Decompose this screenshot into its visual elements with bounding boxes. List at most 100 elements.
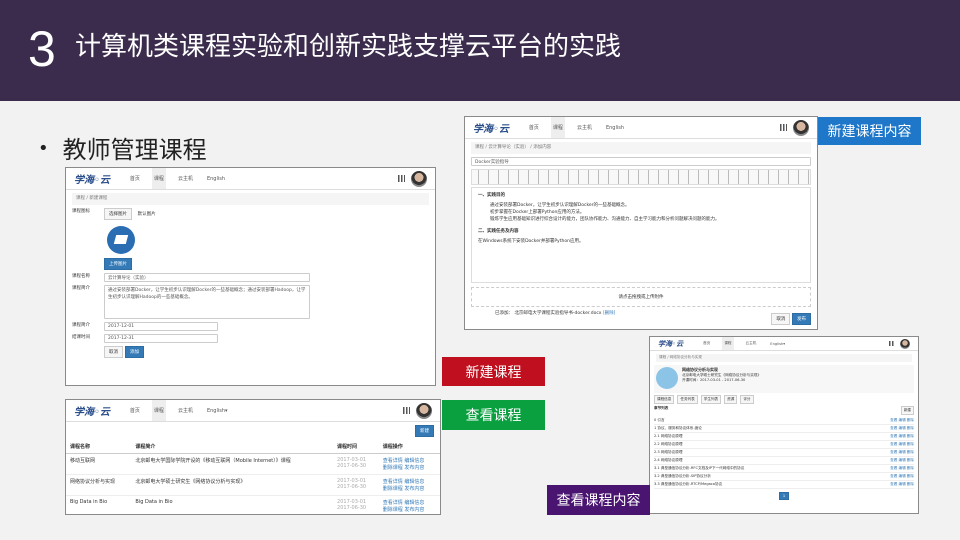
tab-default-image[interactable]: 默认图片 <box>134 209 160 219</box>
apps-grid-icon[interactable] <box>398 175 405 182</box>
nav-courses[interactable]: 课程 <box>722 337 734 350</box>
avatar[interactable] <box>793 119 809 136</box>
course-actions[interactable]: 删除课程 发布内容 <box>383 464 436 471</box>
nav-home[interactable]: 首页 <box>701 337 712 353</box>
course-actions[interactable]: 删除课程 发布内容 <box>383 506 436 513</box>
nav-english[interactable]: English <box>205 169 227 189</box>
course-desc: 北京邮电大学硕士研究生《网络协议分析与实现》 <box>131 474 334 496</box>
nav-english-dropdown[interactable]: English▾ <box>768 337 787 353</box>
new-course-button[interactable]: 新建 <box>415 425 434 437</box>
nav-courses[interactable]: 课程 <box>151 168 166 189</box>
view-course-content-tag: 查看课程内容 <box>547 485 650 515</box>
nav-home[interactable]: 首页 <box>128 400 142 421</box>
tab-choose-image[interactable]: 选择图片 <box>104 208 132 220</box>
nav-home[interactable]: 首页 <box>128 168 142 189</box>
nav-english[interactable]: English <box>604 118 626 138</box>
list-item: 2.4 网络协议原理 查看 编辑 删除 <box>654 457 914 465</box>
course-name: Big Data in Bio <box>66 495 132 514</box>
new-course-screenshot: 学海◦云 首页 课程 云主机 English 课程 / 新建课程 课程图标 选择… <box>65 167 436 386</box>
course-name-input[interactable]: 云计算导论（实验） <box>104 273 310 282</box>
nav-courses[interactable]: 课程 <box>550 117 565 138</box>
bullet-text: 教师管理课程 <box>62 136 207 164</box>
content-title-input[interactable]: Docker实验指导 <box>471 157 811 166</box>
tab-grading[interactable]: 评分 <box>740 395 754 404</box>
list-item: 0 引言 查看 编辑 删除 <box>654 417 914 425</box>
course-name: 移动互联网 <box>66 453 132 475</box>
avatar[interactable] <box>411 170 427 187</box>
course-desc: 北京邮电大学国际学院开设的《移动互联网（Mobile Internet）》课程 <box>131 453 334 475</box>
upload-dropzone[interactable]: 请点击拖拽或上传附件 <box>471 287 811 307</box>
app-logo: 学海◦云 <box>74 175 110 186</box>
chapter-actions[interactable]: 查看 编辑 删除 <box>890 474 914 479</box>
publish-button[interactable]: 发布 <box>792 313 811 325</box>
view-courses-screenshot: 学海◦云 首页 课程 云主机 English▾ 新建 课程名称 课程简介 课程时… <box>65 399 441 515</box>
list-item: 2.1 网络协议原理 查看 编辑 删除 <box>654 433 914 441</box>
list-item: 3.2 典型通信协议分析-SIP协议分析 查看 编辑 删除 <box>654 473 914 481</box>
rich-text-editor[interactable]: 一、实践目的 通过安装部署Docker，让学生初步认识理解Docker的一些基础… <box>471 187 811 283</box>
nav-home[interactable]: 首页 <box>527 117 541 138</box>
course-table: 课程名称 课程简介 课程时间 课程操作 移动互联网 北京邮电大学国际学院开设的《… <box>66 440 440 514</box>
avatar[interactable] <box>416 402 432 419</box>
tab-resources[interactable]: 资源 <box>724 395 738 404</box>
cancel-button[interactable]: 取消 <box>104 346 123 358</box>
cancel-button[interactable]: 取消 <box>771 313 791 325</box>
chapter-actions[interactable]: 查看 编辑 删除 <box>890 458 914 463</box>
new-chapter-button[interactable]: 新建 <box>900 406 914 415</box>
course-icon-label: 课程图标 <box>72 209 90 214</box>
course-actions[interactable]: 查看详情 编辑信息 <box>383 457 436 464</box>
chapter-name: 0 引言 <box>654 418 665 422</box>
list-item: 2.3 网络协议原理 查看 编辑 删除 <box>654 449 914 457</box>
app-navbar: 学海◦云 首页 课程 云主机 English▾ <box>650 337 918 351</box>
breadcrumb: 课程 / 网络协议分析与实现 <box>656 354 912 362</box>
nav-courses[interactable]: 课程 <box>151 400 166 421</box>
column-header: 课程时间 <box>333 440 379 454</box>
chapter-list-title: 章节列表 <box>654 406 669 410</box>
cloud-icon <box>656 367 678 389</box>
list-item: 初步掌握在Docker上部署Python应用的方法。 <box>490 210 585 215</box>
course-desc-textarea[interactable]: 通过安装部署Docker，让学生初步认识理解Docker的一些基础概念；通过安装… <box>104 285 310 319</box>
apps-grid-icon[interactable] <box>889 341 894 346</box>
add-button[interactable]: 添加 <box>125 346 144 358</box>
chapter-name: 2.3 网络协议原理 <box>654 450 683 454</box>
nav-english-dropdown[interactable]: English▾ <box>205 401 230 421</box>
apps-grid-icon[interactable] <box>780 124 787 131</box>
start-date-input[interactable]: 2017-12-01 <box>104 322 218 331</box>
nav-cloud-host[interactable]: 云主机 <box>575 117 594 138</box>
attachment-delete-link[interactable]: [删除] <box>603 311 616 316</box>
attachment-label: 已添加： <box>495 311 513 316</box>
apps-grid-icon[interactable] <box>403 407 410 414</box>
course-actions[interactable]: 删除课程 发布内容 <box>383 485 436 492</box>
avatar[interactable] <box>900 338 910 349</box>
chapter-actions[interactable]: 查看 编辑 删除 <box>890 466 914 471</box>
nav-cloud-host[interactable]: 云主机 <box>176 400 195 421</box>
app-logo: 学海◦云 <box>473 124 509 135</box>
section-heading: 二、实践任务及内容 <box>478 229 519 234</box>
course-time: 2017-06-30 <box>337 505 367 511</box>
chapter-actions[interactable]: 查看 编辑 删除 <box>890 434 914 439</box>
tab-student-list[interactable]: 学生列表 <box>700 395 722 404</box>
slide-number: 3 <box>28 21 56 77</box>
app-logo: 学海◦云 <box>74 407 110 418</box>
upload-image-button[interactable]: 上传图片 <box>104 258 132 270</box>
course-actions[interactable]: 查看详情 编辑信息 <box>383 478 436 485</box>
chapter-name: 3.1 典型通信协议分析-RFC文档及IP下一代网络中的协议 <box>654 466 745 470</box>
editor-toolbar[interactable] <box>471 169 811 185</box>
chapter-name: 3.2 典型通信协议分析-SIP协议分析 <box>654 474 711 478</box>
chapter-actions[interactable]: 查看 编辑 删除 <box>890 418 914 423</box>
chapter-actions[interactable]: 查看 编辑 删除 <box>890 450 914 455</box>
tab-course-info[interactable]: 课程信息 <box>654 395 675 404</box>
course-name-label: 课程名称 <box>72 274 90 279</box>
nav-cloud-host[interactable]: 云主机 <box>176 168 195 189</box>
nav-cloud-host[interactable]: 云主机 <box>744 337 759 353</box>
course-name: 网络协议分析与实现 <box>66 474 132 496</box>
column-header: 课程操作 <box>378 440 440 454</box>
chapter-actions[interactable]: 查看 编辑 删除 <box>890 442 914 447</box>
end-date-input[interactable]: 2017-12-31 <box>104 334 218 343</box>
view-course-tag: 查看课程 <box>442 400 545 430</box>
tab-task-list[interactable]: 任务列表 <box>677 395 698 404</box>
chapter-actions[interactable]: 查看 编辑 删除 <box>890 426 914 431</box>
course-actions[interactable]: 查看详情 编辑信息 <box>383 499 436 506</box>
chapter-actions[interactable]: 查看 编辑 删除 <box>890 482 914 487</box>
pagination-page[interactable]: 1 <box>778 492 790 500</box>
course-book-icon <box>107 226 135 254</box>
